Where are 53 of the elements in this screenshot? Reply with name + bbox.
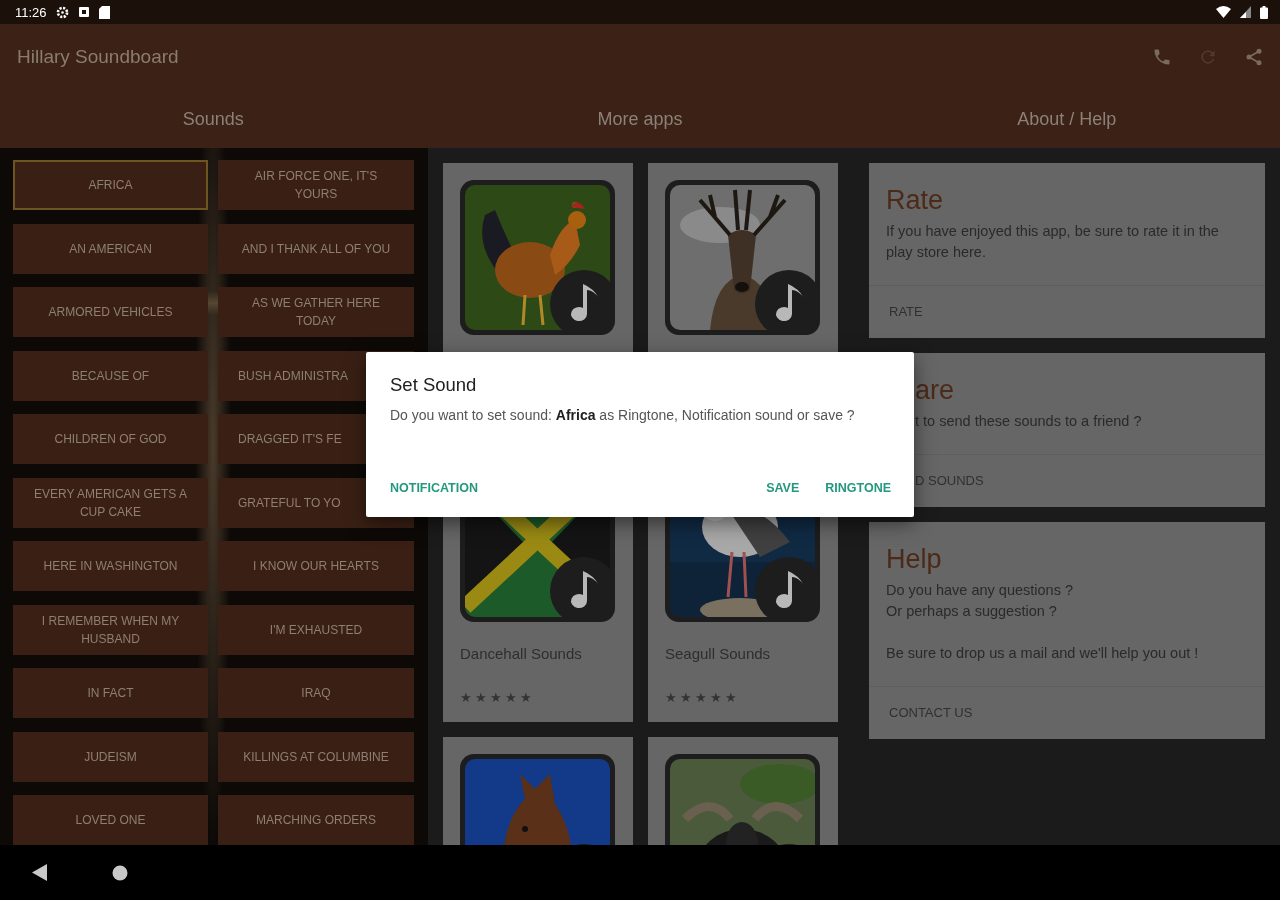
- tab[interactable]: About / Help: [1017, 108, 1117, 130]
- gear-icon: [55, 5, 69, 19]
- sound-button[interactable]: AFRICA: [13, 160, 208, 210]
- card-title: Help: [885, 543, 943, 576]
- battery-icon: [1260, 5, 1268, 19]
- tab[interactable]: Sounds: [182, 108, 244, 130]
- back-icon[interactable]: [32, 864, 48, 881]
- sound-button[interactable]: AND I THANK ALL OF YOU: [218, 223, 414, 274]
- sd-card-icon: [98, 5, 110, 19]
- sound-button[interactable]: IN FACT: [13, 668, 208, 718]
- sound-button[interactable]: MARCHING ORDERS: [218, 795, 414, 845]
- tab[interactable]: More apps: [597, 108, 683, 130]
- star-icon: ★: [460, 690, 472, 705]
- star-icon: ★: [710, 690, 722, 705]
- square-icon: [77, 6, 90, 18]
- home-icon[interactable]: [112, 864, 128, 881]
- wifi-icon: [1216, 6, 1231, 18]
- sound-button[interactable]: AIR FORCE ONE, IT'S YOURS: [218, 160, 414, 210]
- star-icon: ★: [505, 690, 517, 705]
- card-text: If you have enjoyed this app, be sure to rate it in the play store here.: [885, 222, 1220, 262]
- card-title: are: [914, 374, 956, 407]
- app-title: Hillary Soundboard: [17, 46, 180, 68]
- star-icon: ★: [665, 690, 677, 705]
- card-text: Do you have any questions ? Or perhaps a suggestion ?: [885, 581, 1074, 621]
- sound-button[interactable]: JUDEISM: [13, 731, 208, 782]
- sound-button[interactable]: CHILDREN OF GOD: [13, 414, 208, 464]
- star-icon: ★: [695, 690, 707, 705]
- signal-icon: [1240, 6, 1251, 18]
- dialog-button[interactable]: SAVE: [766, 481, 800, 495]
- sound-button[interactable]: LOVED ONE: [13, 795, 208, 845]
- star-icon: ★: [680, 690, 692, 705]
- star-icon: ★: [490, 690, 502, 705]
- sound-button[interactable]: ARMORED VEHICLES: [13, 287, 208, 337]
- sound-button[interactable]: HERE IN WASHINGTON: [13, 541, 208, 591]
- card-title: Rate: [885, 184, 945, 217]
- clock-time: 11:26: [15, 4, 47, 20]
- sound-button[interactable]: AN AMERICAN: [13, 223, 208, 274]
- sound-button[interactable]: IRAQ: [218, 668, 414, 718]
- star-icon: ★: [520, 690, 532, 705]
- sound-button[interactable]: AS WE GATHER HERE TODAY: [218, 287, 414, 337]
- sound-button[interactable]: BECAUSE OF: [13, 350, 208, 401]
- share-icon[interactable]: [1244, 46, 1264, 68]
- card-text: Be sure to drop us a mail and we'll help you out !: [885, 644, 1200, 663]
- star-icon: ★: [725, 690, 737, 705]
- sound-button[interactable]: EVERY AMERICAN GETS A CUP CAKE: [13, 477, 208, 528]
- app-name: Dancehall Sounds: [460, 645, 583, 662]
- phone-icon[interactable]: [1152, 47, 1172, 67]
- sound-button[interactable]: I KNOW OUR HEARTS: [218, 541, 414, 591]
- star-icon: ★: [475, 690, 487, 705]
- app-name: Seagull Sounds: [665, 645, 772, 662]
- sound-button[interactable]: KILLINGS AT COLUMBINE: [218, 731, 414, 782]
- sound-button[interactable]: I REMEMBER WHEN MY HUSBAND: [13, 604, 208, 655]
- sound-button[interactable]: I'M EXHAUSTED: [218, 604, 414, 655]
